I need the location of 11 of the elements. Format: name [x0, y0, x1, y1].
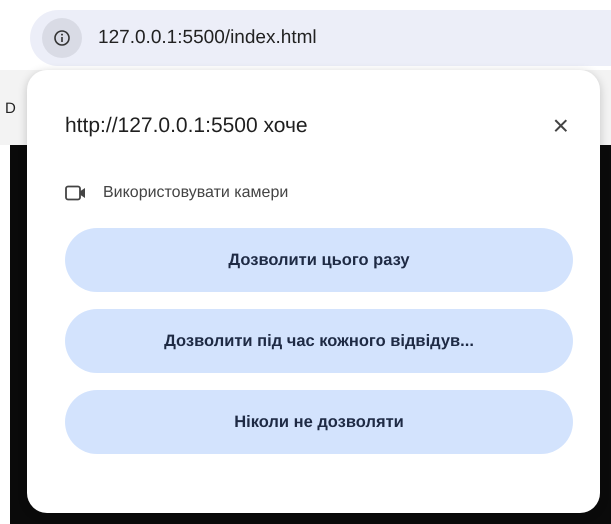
dialog-title: http://127.0.0.1:5500 хоче [65, 114, 308, 138]
permission-button[interactable]: Ніколи не дозволяти [65, 390, 573, 454]
permission-button[interactable]: Дозволити під час кожного відвідув... [65, 309, 573, 373]
video-camera-icon [65, 185, 87, 201]
url-text: 127.0.0.1:5500/index.html [98, 27, 317, 49]
address-bar[interactable]: 127.0.0.1:5500/index.html [30, 10, 611, 66]
permission-label: Використовувати камери [103, 184, 288, 202]
permission-button[interactable]: Дозволити цього разу [65, 228, 573, 292]
close-button[interactable]: × [548, 112, 573, 140]
info-icon[interactable] [42, 18, 82, 58]
page-text: D [5, 100, 16, 117]
